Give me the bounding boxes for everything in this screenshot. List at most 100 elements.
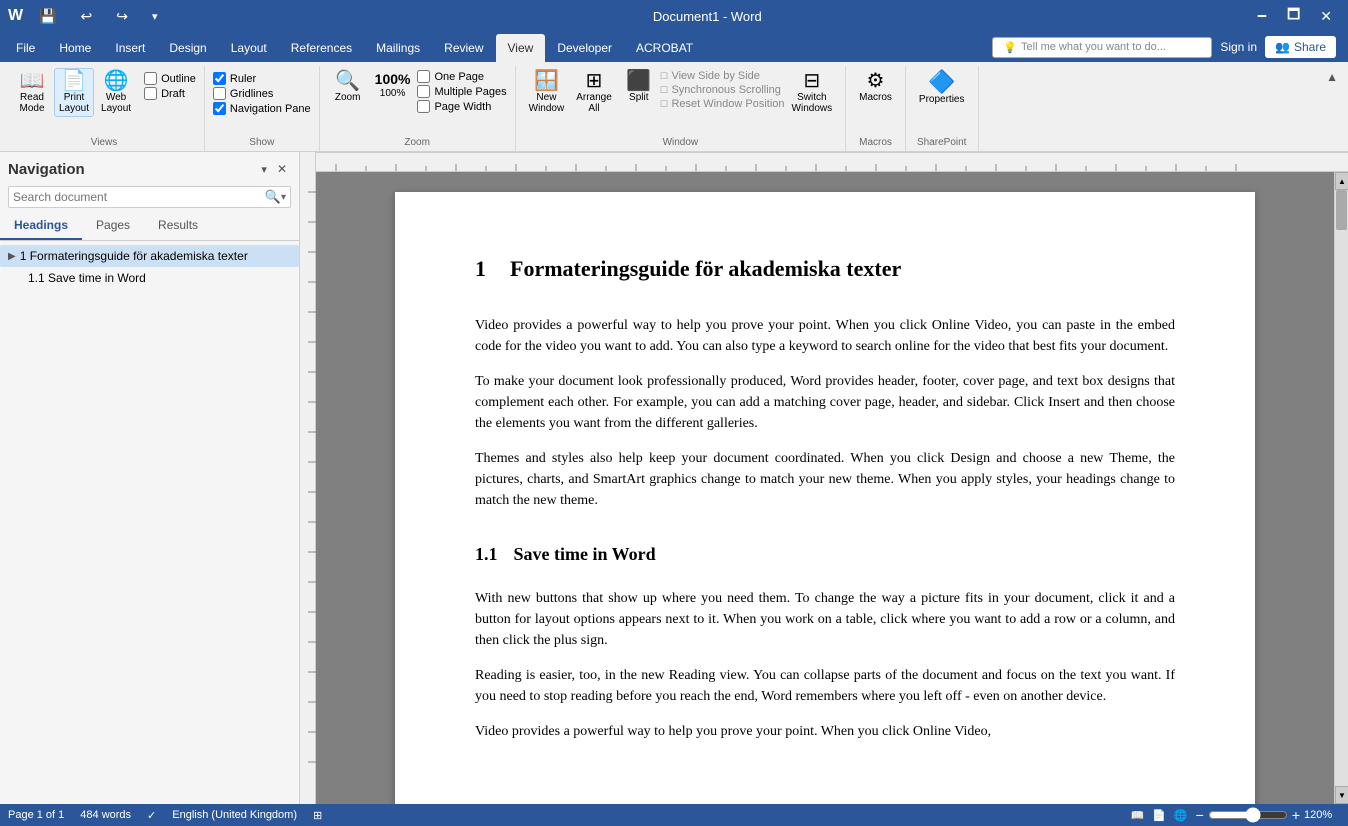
macros-icon: ⚙ bbox=[867, 71, 885, 91]
gridlines-label: Gridlines bbox=[230, 88, 273, 100]
ruler-label: Ruler bbox=[230, 73, 256, 85]
view-side-by-side-btn[interactable]: □ View Side by Side bbox=[661, 70, 785, 82]
nav-tree-item-h2[interactable]: 1.1 Save time in Word bbox=[0, 267, 299, 289]
doc-scroll[interactable]: 1Formateringsguide för akademiska texter… bbox=[316, 172, 1334, 804]
page-width-chk[interactable] bbox=[417, 100, 430, 113]
new-window-btn[interactable]: 🪟 NewWindow bbox=[524, 68, 570, 117]
outline-checkbox-label[interactable]: Outline bbox=[144, 72, 196, 85]
nav-header-buttons: ▾ ✕ bbox=[257, 160, 291, 178]
share-btn[interactable]: 👥 Share bbox=[1265, 36, 1336, 58]
print-layout-status-icon[interactable]: 📄 bbox=[1152, 809, 1166, 822]
zoom-level[interactable]: 120% bbox=[1304, 809, 1340, 821]
sync-scroll-btn[interactable]: □ Synchronous Scrolling bbox=[661, 84, 785, 96]
language[interactable]: English (United Kingdom) bbox=[172, 809, 297, 821]
search-dropdown-icon[interactable]: ▾ bbox=[281, 192, 286, 203]
print-layout-btn[interactable]: 📄 PrintLayout bbox=[54, 68, 94, 117]
draft-checkbox-label[interactable]: Draft bbox=[144, 87, 196, 100]
draft-checkbox[interactable] bbox=[144, 87, 157, 100]
zoom-100-btn[interactable]: 100% 100% bbox=[370, 68, 416, 102]
macros-btn[interactable]: ⚙ Macros bbox=[854, 68, 897, 106]
vscroll-track[interactable] bbox=[1335, 190, 1348, 786]
read-mode-status-icon[interactable]: 📖 bbox=[1131, 809, 1145, 822]
vscroll-thumb[interactable] bbox=[1336, 190, 1347, 230]
web-layout-status-icon[interactable]: 🌐 bbox=[1174, 809, 1188, 822]
tab-acrobat[interactable]: ACROBAT bbox=[624, 34, 705, 62]
properties-btn[interactable]: 🔷 Properties bbox=[914, 68, 970, 108]
nav-minimize-btn[interactable]: ▾ bbox=[257, 160, 271, 178]
macros-group-label: Macros bbox=[854, 135, 897, 151]
zoom-plus-btn[interactable]: + bbox=[1292, 807, 1300, 823]
proofread-icon[interactable]: ✓ bbox=[147, 809, 156, 822]
ribbon-collapse-btn[interactable]: ▲ bbox=[1322, 68, 1342, 86]
close-btn[interactable]: ✕ bbox=[1312, 4, 1340, 29]
multiple-pages-chk[interactable] bbox=[417, 85, 430, 98]
split-btn[interactable]: ⬛ Split bbox=[619, 68, 659, 106]
tab-file[interactable]: File bbox=[4, 34, 47, 62]
read-mode-btn[interactable]: 📖 ReadMode bbox=[12, 68, 52, 117]
status-right: 📖 📄 🌐 − + 120% bbox=[1131, 807, 1340, 823]
nav-close-btn[interactable]: ✕ bbox=[273, 160, 291, 178]
one-page-opt[interactable]: One Page bbox=[417, 70, 506, 83]
vscroll[interactable]: ▲ ▼ bbox=[1334, 172, 1348, 804]
view-side-label: View Side by Side bbox=[671, 70, 759, 82]
ruler-corner bbox=[300, 152, 316, 172]
tab-mailings[interactable]: Mailings bbox=[364, 34, 432, 62]
ribbon-sharepoint-items: 🔷 Properties bbox=[914, 66, 970, 135]
sign-in-btn[interactable]: Sign in bbox=[1220, 40, 1257, 54]
arrange-all-btn[interactable]: ⊞ ArrangeAll bbox=[571, 68, 617, 117]
maximize-btn[interactable]: 🗖 bbox=[1279, 0, 1308, 32]
nav-search-box[interactable]: 🔍 ▾ bbox=[8, 186, 291, 208]
user-actions: Sign in 👥 Share bbox=[1220, 36, 1336, 58]
minimize-btn[interactable]: 🗕 bbox=[1249, 0, 1275, 32]
nav-pane-checkbox-label[interactable]: Navigation Pane bbox=[213, 102, 311, 115]
show-checkboxes: Ruler Gridlines Navigation Pane bbox=[213, 68, 311, 119]
status-bar: Page 1 of 1 484 words ✓ English (United … bbox=[0, 804, 1348, 826]
search-icon[interactable]: 🔍 bbox=[265, 189, 281, 205]
one-page-chk[interactable] bbox=[417, 70, 430, 83]
zoom-btn[interactable]: 🔍 Zoom bbox=[328, 68, 368, 106]
outline-checkbox[interactable] bbox=[144, 72, 157, 85]
nav-pane-checkbox[interactable] bbox=[213, 102, 226, 115]
document-page: 1Formateringsguide för akademiska texter… bbox=[395, 192, 1255, 804]
tell-me-bar[interactable]: 💡 Tell me what you want to do... bbox=[992, 37, 1212, 58]
tab-home[interactable]: Home bbox=[47, 34, 103, 62]
reset-window-btn[interactable]: □ Reset Window Position bbox=[661, 98, 785, 110]
zoom-slider[interactable] bbox=[1208, 807, 1288, 823]
nav-tab-results[interactable]: Results bbox=[144, 212, 212, 240]
page-width-opt[interactable]: Page Width bbox=[417, 100, 506, 113]
page-width-label: Page Width bbox=[434, 101, 491, 113]
ruler-checkbox[interactable] bbox=[213, 72, 226, 85]
doc-para-2: To make your document look professionall… bbox=[475, 371, 1175, 434]
share-icon: 👥 bbox=[1275, 40, 1290, 54]
nav-pane-label: Navigation Pane bbox=[230, 103, 311, 115]
lightbulb-icon: 💡 bbox=[1003, 41, 1017, 54]
ribbon-views-items: 📖 ReadMode 📄 PrintLayout 🌐 WebLayout Out… bbox=[12, 66, 196, 135]
multiple-pages-opt[interactable]: Multiple Pages bbox=[417, 85, 506, 98]
tab-developer[interactable]: Developer bbox=[545, 34, 624, 62]
vscroll-down-btn[interactable]: ▼ bbox=[1335, 786, 1348, 804]
tab-layout[interactable]: Layout bbox=[219, 34, 279, 62]
nav-tab-headings[interactable]: Headings bbox=[0, 212, 82, 240]
switch-windows-btn[interactable]: ⊟ SwitchWindows bbox=[787, 68, 838, 117]
gridlines-checkbox-label[interactable]: Gridlines bbox=[213, 87, 311, 100]
gridlines-checkbox[interactable] bbox=[213, 87, 226, 100]
tab-design[interactable]: Design bbox=[157, 34, 218, 62]
tab-view[interactable]: View bbox=[496, 34, 546, 62]
tab-insert[interactable]: Insert bbox=[103, 34, 157, 62]
quick-redo-btn[interactable]: ↪ bbox=[108, 4, 136, 29]
quick-more-btn[interactable]: ▾ bbox=[144, 6, 166, 27]
nav-tree-item-h1[interactable]: ▶ 1 Formateringsguide för akademiska tex… bbox=[0, 245, 299, 267]
window-small-btns: □ View Side by Side □ Synchronous Scroll… bbox=[661, 68, 785, 112]
quick-undo-btn[interactable]: ↩ bbox=[73, 4, 101, 29]
doc-para-1: Video provides a powerful way to help yo… bbox=[475, 315, 1175, 357]
track-changes-icon[interactable]: ⊞ bbox=[313, 809, 322, 822]
quick-save-btn[interactable]: 💾 bbox=[31, 4, 64, 29]
ruler-checkbox-label[interactable]: Ruler bbox=[213, 72, 311, 85]
vscroll-up-btn[interactable]: ▲ bbox=[1335, 172, 1348, 190]
tab-review[interactable]: Review bbox=[432, 34, 495, 62]
search-input[interactable] bbox=[13, 190, 265, 204]
tab-references[interactable]: References bbox=[279, 34, 364, 62]
nav-tab-pages[interactable]: Pages bbox=[82, 212, 144, 240]
zoom-minus-btn[interactable]: − bbox=[1196, 807, 1204, 823]
web-layout-btn[interactable]: 🌐 WebLayout bbox=[96, 68, 136, 117]
